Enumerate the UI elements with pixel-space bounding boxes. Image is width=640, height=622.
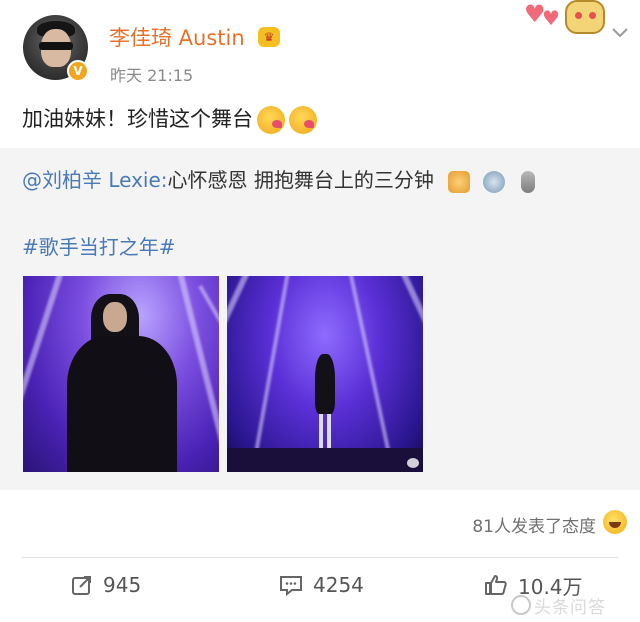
repost-card[interactable]: @刘柏辛 Lexie:心怀感恩 拥抱舞台上的三分钟 #歌手当打之年# [0, 148, 640, 490]
post-text-content: 加油妹妹！珍惜这个舞台 [22, 107, 253, 131]
singer-figure [315, 354, 335, 414]
fist-emoji-icon [448, 170, 471, 193]
robot-emoji-icon [482, 170, 505, 193]
toutiao-wenda-watermark: 头条问答 [511, 592, 606, 618]
share-icon [72, 576, 91, 595]
repost-button[interactable]: 945 [71, 570, 141, 600]
stage-photo-1[interactable] [23, 276, 219, 472]
post-header: V 李佳琦 Austin ♛ 昨天 21:15 ♥ ♥ [0, 0, 640, 96]
toutiao-logo-icon [511, 595, 531, 615]
repost-text: @刘柏辛 Lexie:心怀感恩 拥抱舞台上的三分钟 [22, 166, 535, 194]
grin-heart-emoji-icon [257, 106, 285, 134]
comment-button[interactable]: 4254 [279, 570, 364, 600]
divider [22, 557, 618, 558]
watermark-text: 头条问答 [534, 597, 606, 618]
author-name[interactable]: 李佳琦 Austin [109, 24, 245, 52]
mention-link[interactable]: @刘柏辛 Lexie: [22, 168, 168, 192]
comment-count: 4254 [313, 573, 364, 597]
repost-text-content: 心怀感恩 拥抱舞台上的三分钟 [167, 168, 434, 192]
weibo-watermark-icon [407, 458, 419, 468]
repost-count: 945 [103, 573, 142, 597]
post-time: 昨天 21:15 [110, 66, 194, 85]
hashtag-link[interactable]: #歌手当打之年# [22, 231, 176, 260]
comment-icon [280, 576, 302, 596]
avatar-glasses [39, 42, 73, 50]
post-text: 加油妹妹！珍惜这个舞台 [22, 104, 317, 134]
thumbs-up-icon [485, 575, 507, 595]
mascot-sticker-icon [565, 0, 605, 34]
chevron-down-icon[interactable] [612, 26, 628, 42]
stage-photo-2[interactable] [227, 276, 423, 472]
grin-heart-emoji-icon [289, 106, 317, 134]
member-crown-icon: ♛ [258, 27, 280, 47]
reaction-summary[interactable]: 81人发表了态度 [472, 512, 596, 537]
laugh-emoji-icon [603, 510, 627, 534]
verified-badge-icon: V [67, 60, 89, 82]
microphone-emoji-icon [520, 170, 535, 193]
